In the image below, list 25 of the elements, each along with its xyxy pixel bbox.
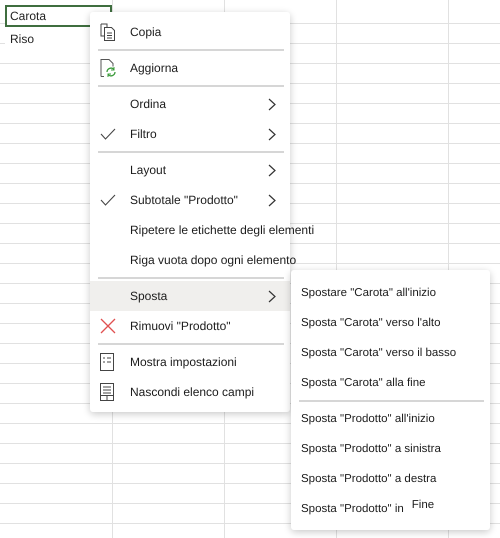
menu-item[interactable]: Sposta "Carota" verso il basso [291, 338, 490, 368]
copy-icon [100, 23, 116, 41]
menu-item[interactable]: Aggiorna [90, 53, 290, 83]
menu-item[interactable]: Sposta "Prodotto" a sinistra [291, 434, 490, 464]
refresh-document-icon [100, 59, 116, 77]
menu-item-suffix: Fine [412, 499, 434, 511]
menu-item[interactable]: Sposta "Prodotto" a destra [291, 464, 490, 494]
menu-item[interactable]: Mostra impostazioni [90, 347, 290, 377]
menu-item[interactable]: Sposta [90, 281, 290, 311]
menu-item[interactable]: Sposta "Carota" verso l'alto [291, 308, 490, 338]
menu-item[interactable]: Ordina [90, 89, 290, 119]
menu-item[interactable]: Riga vuota dopo ogni elemento [90, 245, 310, 275]
field-list-icon [100, 383, 114, 401]
menu-item[interactable]: Subtotale "Prodotto" [90, 185, 290, 215]
menu-item[interactable]: Filtro [90, 119, 290, 149]
menu-item[interactable]: Sposta "Prodotto" all'inizio [291, 404, 490, 434]
menu-item[interactable]: Rimuovi "Prodotto" [90, 311, 290, 341]
menu-item[interactable]: Layout [90, 155, 290, 185]
menu-item[interactable]: Sposta "Prodotto" in [301, 503, 404, 515]
close-icon [100, 318, 116, 334]
menu-item[interactable]: Ripetere le etichette degli elementi [90, 215, 328, 245]
menu-item[interactable]: Sposta "Carota" alla fine [291, 368, 490, 398]
menu-item[interactable]: Spostare "Carota" all'inizio [291, 278, 490, 308]
list-settings-icon [100, 353, 114, 371]
menu-item[interactable]: Nascondi elenco campi [90, 377, 290, 407]
